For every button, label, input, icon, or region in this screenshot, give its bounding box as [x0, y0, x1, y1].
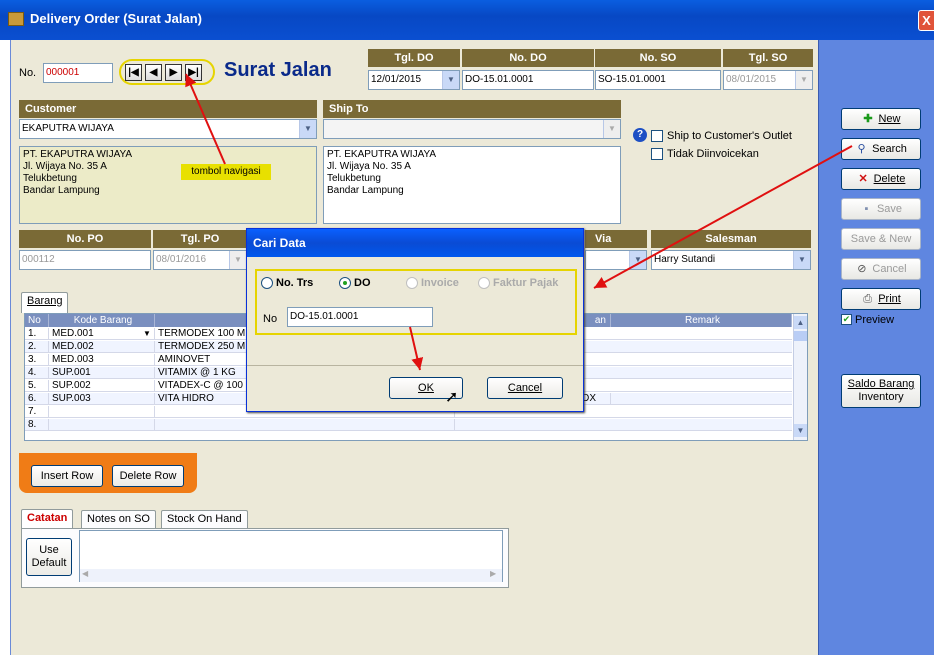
arrow-to-dialog: [593, 145, 853, 289]
annotation-arrows: [185, 73, 853, 371]
arrow-to-nav: [185, 73, 226, 165]
arrow-to-ok: [409, 326, 424, 371]
